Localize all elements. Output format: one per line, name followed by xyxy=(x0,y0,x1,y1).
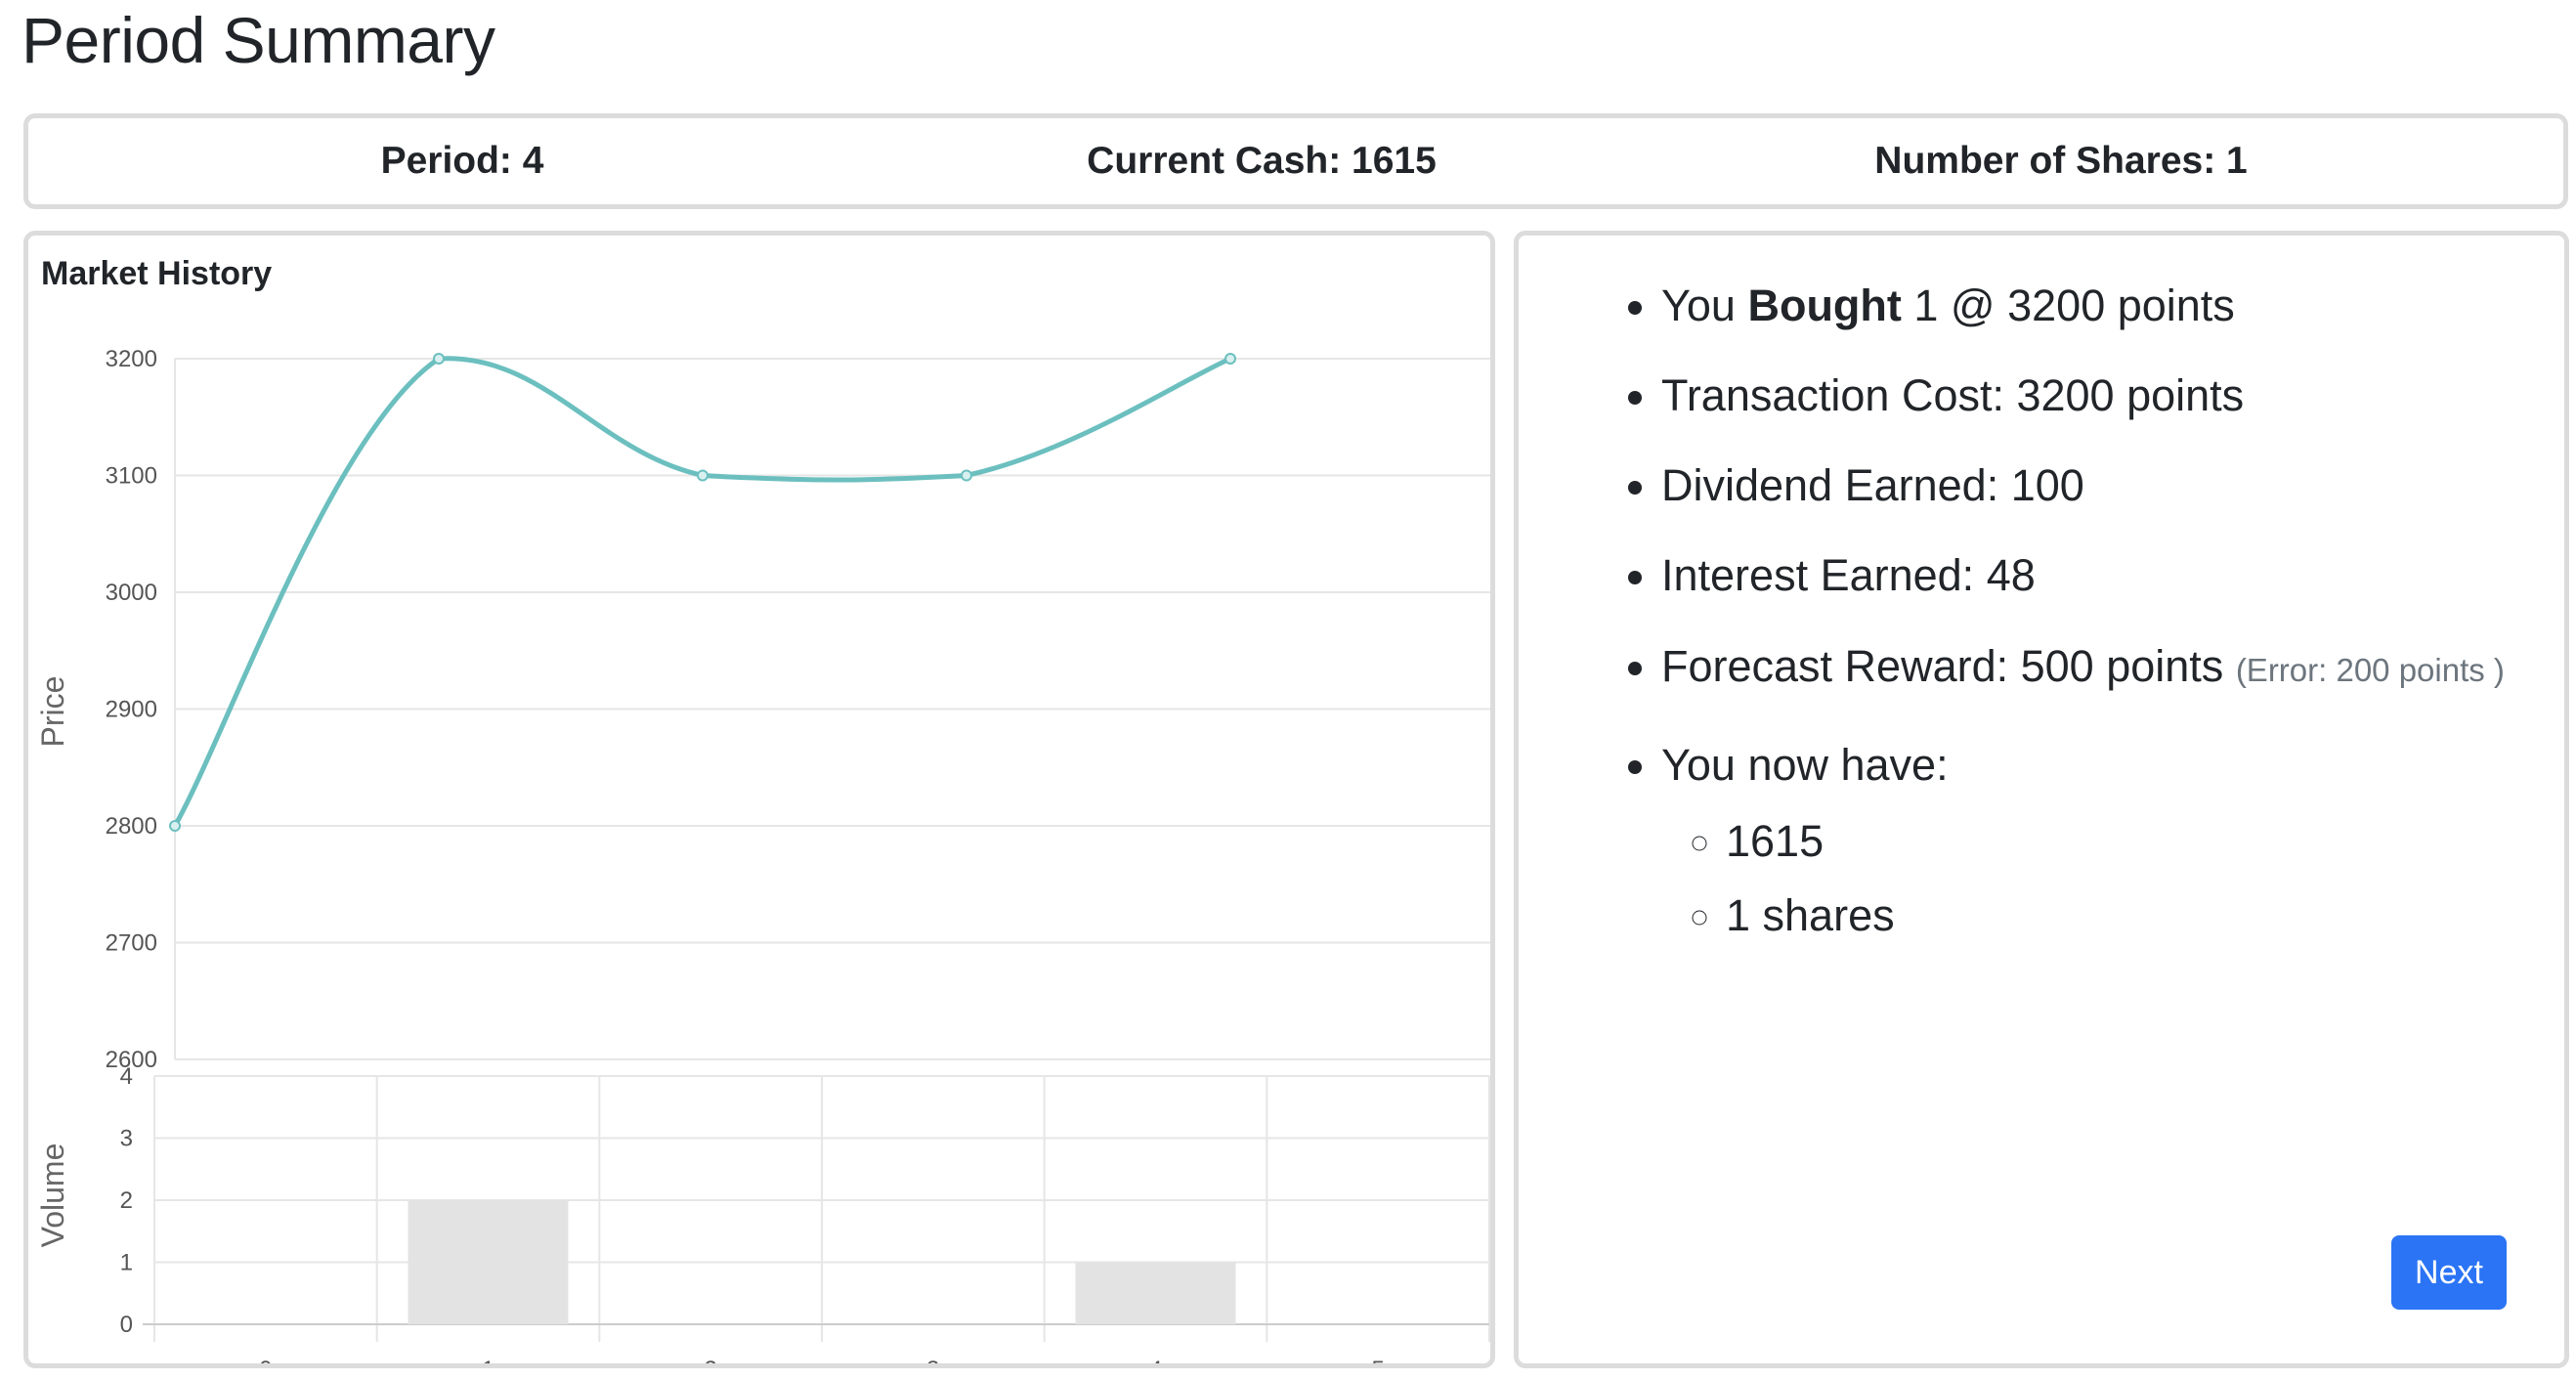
page-title: Period Summary xyxy=(21,4,495,76)
price-data-point xyxy=(697,469,708,482)
price-y-tick-labels: 3200310030002900280027002600 xyxy=(106,346,157,1073)
volume-x-tick-labels: 0 1 2 3 4 5 xyxy=(259,1357,1385,1363)
current-cash-stat: Current Cash: 1615 xyxy=(1087,140,1437,182)
volume-y-tick-label: 3 xyxy=(120,1126,133,1152)
volume-y-tick-label: 4 xyxy=(120,1066,133,1090)
bought-detail: 1 @ 3200 points xyxy=(1913,280,2235,330)
summary-list: You Bought 1 @ 3200 points Transaction C… xyxy=(1519,275,2576,980)
forecast-error-text: (Error: 200 points ) xyxy=(2235,652,2505,688)
price-y-tick-label: 3100 xyxy=(106,463,157,490)
bought-prefix: You xyxy=(1661,280,1736,330)
now-have-item: You now have: 1615 1 shares xyxy=(1661,734,2576,953)
forecast-reward-item: Forecast Reward: 500 points (Error: 200 … xyxy=(1661,634,2576,707)
shares-stat: Number of Shares: 1 xyxy=(1874,140,2248,182)
volume-y-tick-labels: 4 3 2 1 0 xyxy=(120,1066,133,1338)
price-axis-label: Price xyxy=(35,676,70,748)
forecast-reward-text: Forecast Reward: 500 points xyxy=(1661,641,2224,691)
bought-item: You Bought 1 @ 3200 points xyxy=(1661,275,2576,337)
price-data-point xyxy=(961,469,972,482)
next-button[interactable]: Next xyxy=(2391,1235,2507,1310)
price-data-point xyxy=(169,820,181,832)
volume-axis-label: Volume xyxy=(35,1143,70,1248)
holding-shares: 1 shares xyxy=(1726,879,2576,953)
volume-y-tick-label: 0 xyxy=(120,1312,133,1338)
period-stats-card: Period: 4 Current Cash: 1615 Number of S… xyxy=(23,113,2568,209)
volume-bar xyxy=(1075,1262,1236,1324)
period-stat: Period: 4 xyxy=(380,140,544,182)
volume-bar xyxy=(408,1200,569,1324)
price-chart-grid xyxy=(174,358,1490,1060)
volume-x-tick-label: 3 xyxy=(926,1357,939,1363)
price-chart: 3200310030002900280027002600 Price xyxy=(35,346,1490,1073)
holding-cash: 1615 xyxy=(1726,804,2576,879)
transaction-summary-card: You Bought 1 @ 3200 points Transaction C… xyxy=(1514,231,2569,1368)
holdings-list: 1615 1 shares xyxy=(1661,804,2576,953)
volume-x-tick-label: 0 xyxy=(259,1357,272,1363)
price-y-tick-label: 3200 xyxy=(106,346,157,372)
volume-chart-grid xyxy=(143,1075,1490,1342)
price-y-tick-label: 2900 xyxy=(106,697,157,723)
bought-action: Bought xyxy=(1747,280,1902,330)
volume-x-tick-label: 4 xyxy=(1149,1357,1162,1363)
price-y-tick-label: 3000 xyxy=(106,580,157,606)
transaction-cost-item: Transaction Cost: 3200 points xyxy=(1661,365,2576,427)
price-y-tick-label: 2700 xyxy=(106,930,157,957)
dividend-item: Dividend Earned: 100 xyxy=(1661,454,2576,517)
volume-x-tick-label: 5 xyxy=(1371,1357,1384,1363)
volume-x-tick-label: 1 xyxy=(482,1357,494,1363)
price-data-point xyxy=(1224,353,1236,365)
now-have-label: You now have: xyxy=(1661,740,1949,790)
volume-y-tick-label: 2 xyxy=(120,1187,133,1214)
price-y-tick-label: 2800 xyxy=(106,813,157,840)
market-history-card: Market History 3200 3100 3000 2900 2800 2700 2… xyxy=(23,231,1495,1368)
volume-y-tick-label: 1 xyxy=(120,1250,133,1276)
volume-x-tick-label: 2 xyxy=(704,1357,716,1363)
volume-chart: 4 3 2 1 0 0 1 2 3 4 5 Volume xyxy=(35,1066,1490,1363)
interest-item: Interest Earned: 48 xyxy=(1661,544,2576,607)
price-data-point xyxy=(433,353,445,365)
